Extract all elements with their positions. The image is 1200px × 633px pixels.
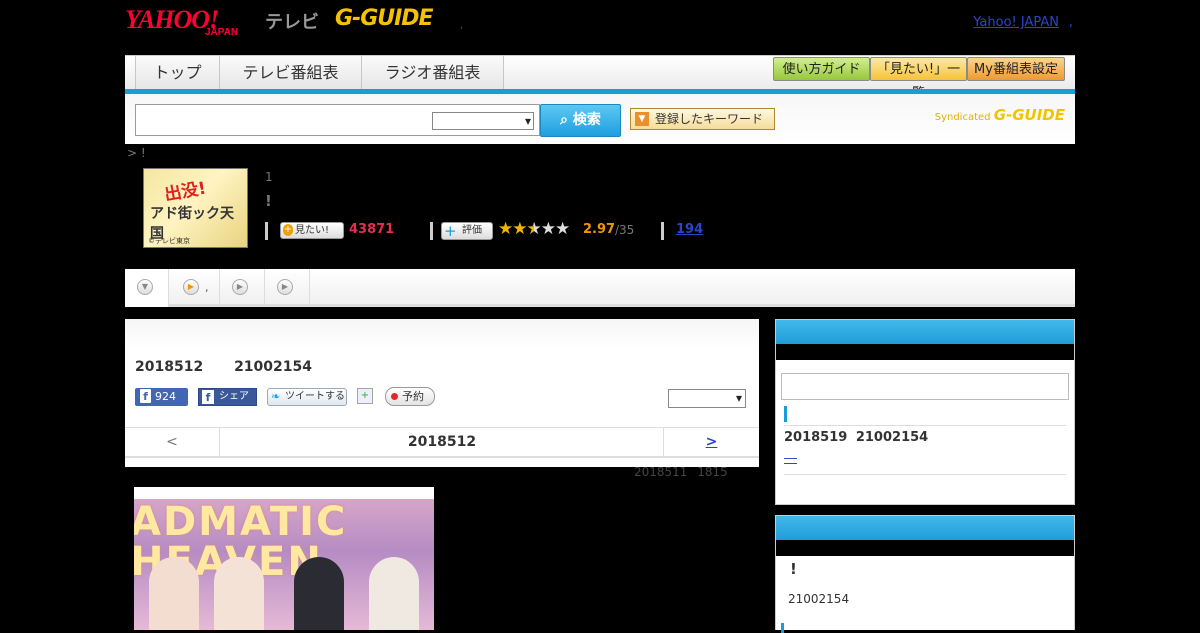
yahoo-japan-link[interactable]: Yahoo! JAPAN — [973, 15, 1059, 30]
related-title: ! — [790, 560, 797, 578]
registered-keywords-button[interactable]: ▼ 登録したキーワード — [630, 108, 775, 130]
divider — [784, 425, 1066, 426]
syndicated-brand: G-GUIDE — [993, 106, 1065, 124]
gguide-logo[interactable]: G-GUIDE — [335, 6, 434, 31]
rating-max: /35 — [615, 223, 635, 237]
divider — [661, 222, 664, 240]
search-icon: ⌕︎ — [560, 112, 573, 128]
my-schedule-settings-button[interactable]: My番組表設定 — [967, 57, 1065, 81]
subtab-0[interactable]: ▼ — [125, 269, 169, 307]
program-thumbnail-title: 出没! — [163, 178, 208, 206]
mitai-list-button[interactable]: 「見たい!」一覧 — [870, 57, 967, 101]
star-empty-icon: ★ — [540, 219, 556, 239]
program-thumbnail[interactable]: 出没! アド街ック天国 ©テレビ東京 — [143, 168, 248, 248]
sidebar-related: ! 21002154 — [775, 515, 1075, 633]
play-icon: ▶ — [277, 279, 293, 295]
main-nav: トップ テレビ番組表 ラジオ番組表 使い方ガイド 「見たい!」一覧 My番組表設… — [125, 55, 1075, 101]
date-navigation: < 2018512 > — [125, 427, 759, 458]
tweet-button[interactable]: ツイートする — [267, 388, 347, 406]
tab-top[interactable]: トップ — [135, 56, 220, 90]
play-icon: ▶ — [183, 279, 199, 295]
sub-tabs: ▼ ▶ , ▶ ▶ — [125, 269, 1075, 307]
yahoo-logo-sub: JAPAN — [205, 27, 239, 38]
sidebar-header — [776, 320, 1074, 344]
recorder-select[interactable] — [668, 389, 746, 408]
add-calendar-icon[interactable]: + — [357, 388, 373, 404]
next-broadcast-date: 2018519 21002154 — [784, 430, 929, 445]
sidebar-input[interactable] — [781, 373, 1069, 400]
mitai-count: 43871 — [349, 222, 395, 237]
person-figure — [294, 557, 344, 630]
divider — [430, 222, 433, 240]
subtab-2[interactable]: ▶ — [220, 269, 265, 307]
person-figure — [214, 557, 264, 630]
registered-keywords-label: 登録したキーワード — [655, 112, 764, 126]
dropdown-triangle-icon: ▼ — [635, 112, 649, 126]
tab-radio-schedule[interactable]: ラジオ番組表 — [362, 56, 504, 90]
broadcast-panel: 2018512 21002154 924 シェア ツイートする + 予約 < 2… — [125, 319, 759, 467]
star-icon: ★ — [512, 219, 527, 239]
last-updated: 2018511 1815 — [634, 465, 728, 479]
syndicated-label: Syndicated — [934, 112, 991, 123]
guide-button[interactable]: 使い方ガイド — [773, 57, 870, 81]
sidebar-subheader — [776, 540, 1074, 556]
tv-logo[interactable]: テレビ — [265, 8, 319, 34]
facebook-like-button[interactable]: 924 — [135, 388, 188, 406]
search-category-select[interactable] — [432, 112, 534, 130]
current-date: 2018512 — [407, 434, 477, 450]
search-button-label: 検索 — [572, 112, 601, 128]
program-title: ! — [265, 192, 272, 210]
yahoo-japan-link-dot: , — [1068, 15, 1073, 30]
sidebar-header — [776, 516, 1074, 540]
broadcast-datetime: 2018512 21002154 — [135, 359, 312, 375]
review-count-link[interactable]: 194 — [676, 222, 703, 237]
rating-stars: ★★★★★ — [498, 219, 570, 239]
evaluate-button[interactable]: 評価 — [441, 222, 493, 240]
star-empty-icon: ★ — [555, 219, 570, 239]
subtab-label: , — [205, 281, 209, 294]
tab-tv-schedule[interactable]: テレビ番組表 — [220, 56, 362, 90]
star-half-icon: ★ — [526, 219, 542, 239]
next-broadcast-link[interactable]: ― — [784, 451, 797, 466]
reserve-button[interactable]: 予約 — [385, 387, 435, 406]
header-dot: , — [460, 20, 464, 31]
search-bar: ⌕︎ 検索 ▼ 登録したキーワード Syndicated G-GUIDE — [125, 94, 1075, 144]
divider — [265, 222, 268, 240]
person-figure — [149, 557, 199, 630]
rating-score: 2.97 — [583, 222, 616, 237]
related-number: 21002154 — [788, 592, 850, 606]
sidebar-subheader — [776, 344, 1074, 360]
subtab-1[interactable]: ▶ , — [169, 269, 220, 307]
search-button[interactable]: ⌕︎ 検索 — [540, 104, 621, 137]
star-icon: ★ — [498, 219, 513, 239]
syndicated-logo: Syndicated G-GUIDE — [935, 106, 1065, 124]
breadcrumb: > ! — [127, 146, 146, 160]
section-marker — [781, 623, 784, 633]
play-icon: ▶ — [232, 279, 248, 295]
facebook-share-button[interactable]: シェア — [198, 388, 257, 406]
chevron-down-icon: ▼ — [137, 279, 153, 295]
program-thumbnail-copyright: ©テレビ東京 — [148, 237, 190, 245]
divider — [784, 474, 1066, 475]
site-header: YAHOO! JAPAN テレビ G-GUIDE , Yahoo! JAPAN … — [125, 0, 1075, 55]
episode-image[interactable]: ADMATIC HEAVEN — [134, 487, 434, 630]
panel-header — [125, 319, 759, 347]
prev-date-button[interactable]: < — [125, 428, 220, 457]
mitai-button[interactable]: 見たい! — [280, 222, 344, 239]
program-line-1: 1 — [265, 170, 273, 184]
subtab-3[interactable]: ▶ — [265, 269, 310, 307]
section-marker — [784, 406, 787, 422]
sidebar-next-broadcast: 2018519 21002154 ― — [775, 319, 1075, 505]
person-figure — [369, 557, 419, 630]
next-date-button[interactable]: > — [663, 428, 759, 457]
